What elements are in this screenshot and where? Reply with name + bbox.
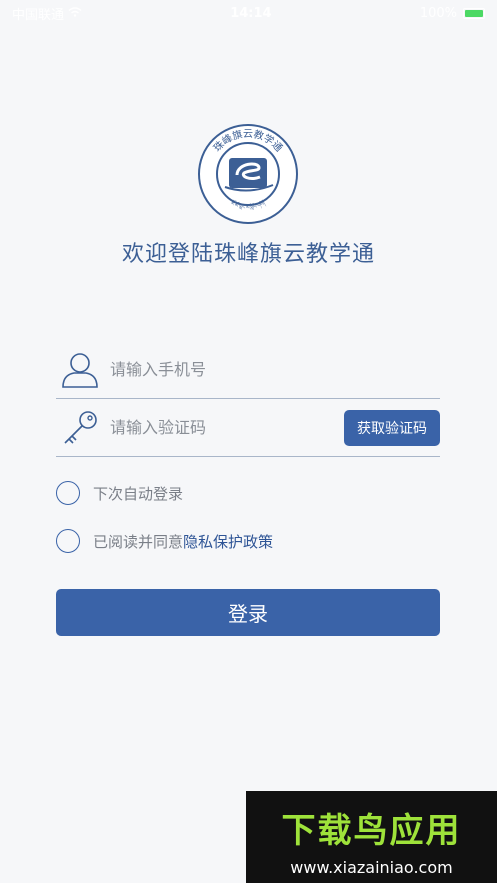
code-field: 获取验证码 (56, 399, 440, 457)
code-input[interactable] (110, 407, 344, 448)
status-time: 14:14 (230, 5, 272, 21)
carrier-label: 中国联通 (12, 7, 65, 23)
battery-icon (462, 7, 485, 19)
wifi-icon (68, 6, 82, 21)
auto-login-row[interactable]: 下次自动登录 (56, 481, 183, 505)
status-right: 100% (420, 6, 485, 21)
status-bar: 中国联通 14:14 100% (0, 0, 497, 26)
battery-percent: 100% (419, 5, 457, 21)
privacy-row[interactable]: 已阅读并同意 隐私保护政策 (56, 529, 273, 553)
get-code-button[interactable]: 获取验证码 (344, 409, 440, 446)
user-icon (58, 350, 102, 390)
privacy-prefix-label: 已阅读并同意 (93, 532, 184, 551)
phone-field (56, 341, 440, 399)
auto-login-label: 下次自动登录 (93, 484, 184, 503)
phone-input[interactable] (110, 349, 440, 390)
welcome-title: 欢迎登陆珠峰旗云教学通 (121, 242, 375, 267)
login-button[interactable]: 登录 (56, 589, 440, 636)
watermark-title: 下载鸟应用 (281, 811, 462, 851)
status-left: 中国联通 (12, 4, 82, 23)
privacy-checkbox[interactable] (56, 529, 80, 553)
watermark-url: www.xiazainiao.com (290, 858, 453, 877)
watermark-banner: 下载鸟应用 www.xiazainiao.com (246, 791, 497, 883)
key-icon (58, 408, 102, 448)
privacy-policy-link[interactable]: 隐私保护政策 (183, 531, 273, 552)
auto-login-checkbox[interactable] (56, 481, 80, 505)
app-logo: 珠峰旗云教学通 ཇོ་མོ་གླང་མ་སློབ་གསོ། (197, 123, 299, 225)
